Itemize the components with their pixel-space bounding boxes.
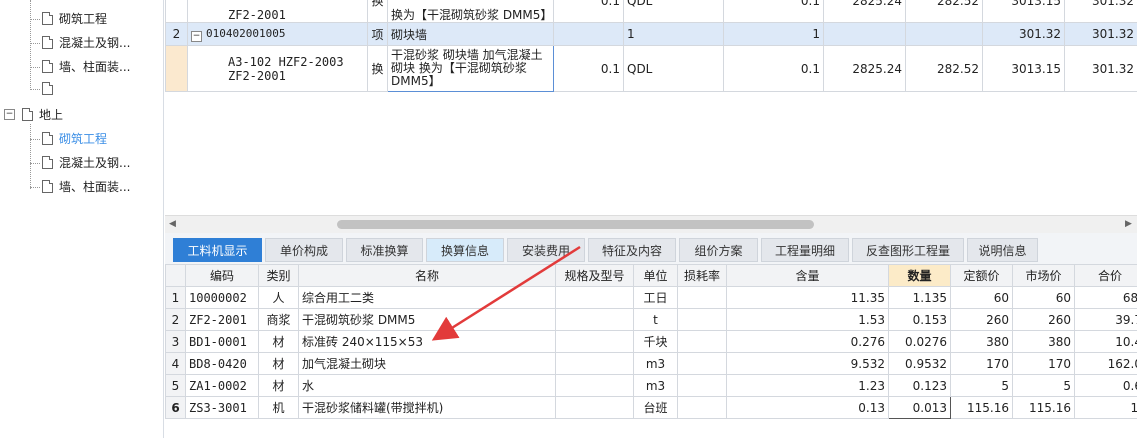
name-edit-cell[interactable]: 干混砂浆 砌块墙 加气混凝土砌块 换为【干混砌筑砂浆 DMM5】 xyxy=(387,45,554,92)
tab-conversion-info[interactable]: 换算信息 xyxy=(426,238,504,262)
tree-item-wall-finish[interactable]: 墙、柱面装... xyxy=(42,176,130,198)
table-row[interactable]: A3-102 HZF2-2003 ZF2-2001 换 干混砂浆 砌块墙 加气混… xyxy=(165,45,1137,92)
document-icon xyxy=(22,108,33,121)
project-tree: 砌筑工程 混凝土及钢... 墙、柱面装... − 地上 砌筑工程 混凝土及钢..… xyxy=(0,0,164,438)
document-icon xyxy=(42,82,53,95)
tree-connector xyxy=(30,0,31,88)
table-row[interactable]: 4 BD8-0420 材 加气混凝土砌块 m3 9.532 0.9532 170… xyxy=(165,352,1137,375)
document-icon xyxy=(42,12,53,25)
table-row[interactable]: 1 10000002 人 综合用工二类 工日 11.35 1.135 60 60… xyxy=(165,286,1137,309)
tab-install-fee[interactable]: 安装费用 xyxy=(507,238,585,262)
table-row[interactable]: ZF2-2001 换 换为【干混砌筑砂浆 DMM5】 0.1 QDL 0.1 2… xyxy=(165,0,1137,23)
tree-item-masonry-selected[interactable]: 砌筑工程 xyxy=(42,128,107,150)
tree-item-masonry[interactable]: 砌筑工程 xyxy=(42,8,107,30)
horizontal-scrollbar[interactable]: ◀ ▶ xyxy=(165,215,1137,233)
tab-standard-conversion[interactable]: 标准换算 xyxy=(346,238,423,262)
tree-connector xyxy=(30,124,31,189)
tree-connector xyxy=(30,187,40,188)
document-icon xyxy=(42,180,53,193)
tree-connector xyxy=(30,67,40,68)
tab-features[interactable]: 特征及内容 xyxy=(588,238,676,262)
collapse-toggle[interactable]: − xyxy=(191,31,202,42)
tab-reverse-lookup[interactable]: 反查图形工程量 xyxy=(852,238,964,262)
scroll-left-icon[interactable]: ◀ xyxy=(169,219,176,229)
tree-connector xyxy=(30,89,40,90)
collapse-toggle[interactable]: − xyxy=(4,109,15,120)
quantity-cell-focused[interactable]: 0.013 xyxy=(888,396,951,419)
document-icon xyxy=(42,60,53,73)
table-row[interactable]: 3 BD1-0001 材 标准砖 240×115×53 千块 0.276 0.0… xyxy=(165,330,1137,353)
document-icon xyxy=(42,132,53,145)
bill-table: ZF2-2001 换 换为【干混砌筑砂浆 DMM5】 0.1 QDL 0.1 2… xyxy=(165,0,1137,92)
table-row[interactable]: 6 ZS3-3001 机 干混砂浆储料罐(带搅拌机) 台班 0.13 0.013… xyxy=(165,396,1137,419)
tab-quantity-detail[interactable]: 工程量明细 xyxy=(761,238,849,262)
tree-item-empty[interactable] xyxy=(42,78,59,100)
material-table: 编码 类别 名称 规格及型号 单位 损耗率 含量 数量 定额价 市场价 合价 1… xyxy=(165,264,1137,419)
scroll-right-icon[interactable]: ▶ xyxy=(1125,219,1132,229)
tab-material-display[interactable]: 工料机显示 xyxy=(173,238,262,262)
tab-unit-price[interactable]: 单价构成 xyxy=(265,238,343,262)
table-row[interactable]: 5 ZA1-0002 材 水 m3 1.23 0.123 5 5 0.6 xyxy=(165,374,1137,397)
table-header-row: 编码 类别 名称 规格及型号 单位 损耗率 含量 数量 定额价 市场价 合价 xyxy=(165,264,1137,287)
tree-connector xyxy=(30,43,40,44)
scrollbar-thumb[interactable] xyxy=(337,220,814,229)
document-icon xyxy=(42,156,53,169)
tree-connector xyxy=(30,19,40,20)
document-icon xyxy=(42,36,53,49)
main-panel: ZF2-2001 换 换为【干混砌筑砂浆 DMM5】 0.1 QDL 0.1 2… xyxy=(165,0,1137,438)
table-row[interactable]: 2 −010402001005 项 砌块墙 1 1 301.32 301.32 xyxy=(165,22,1137,46)
tab-notes[interactable]: 说明信息 xyxy=(967,238,1038,262)
tree-item-wall-finish[interactable]: 墙、柱面装... xyxy=(42,56,130,78)
tree-group-above-ground[interactable]: 地上 xyxy=(22,104,63,126)
tree-connector xyxy=(30,139,40,140)
tree-connector xyxy=(30,163,40,164)
tree-item-concrete[interactable]: 混凝土及钢... xyxy=(42,32,130,54)
material-grid: 编码 类别 名称 规格及型号 单位 损耗率 含量 数量 定额价 市场价 合价 1… xyxy=(165,264,1137,438)
tree-item-concrete[interactable]: 混凝土及钢... xyxy=(42,152,130,174)
table-row[interactable]: 2 ZF2-2001 商浆 干混砌筑砂浆 DMM5 t 1.53 0.153 2… xyxy=(165,308,1137,331)
tab-pricing-scheme[interactable]: 组价方案 xyxy=(679,238,758,262)
bill-grid: ZF2-2001 换 换为【干混砌筑砂浆 DMM5】 0.1 QDL 0.1 2… xyxy=(165,0,1137,215)
